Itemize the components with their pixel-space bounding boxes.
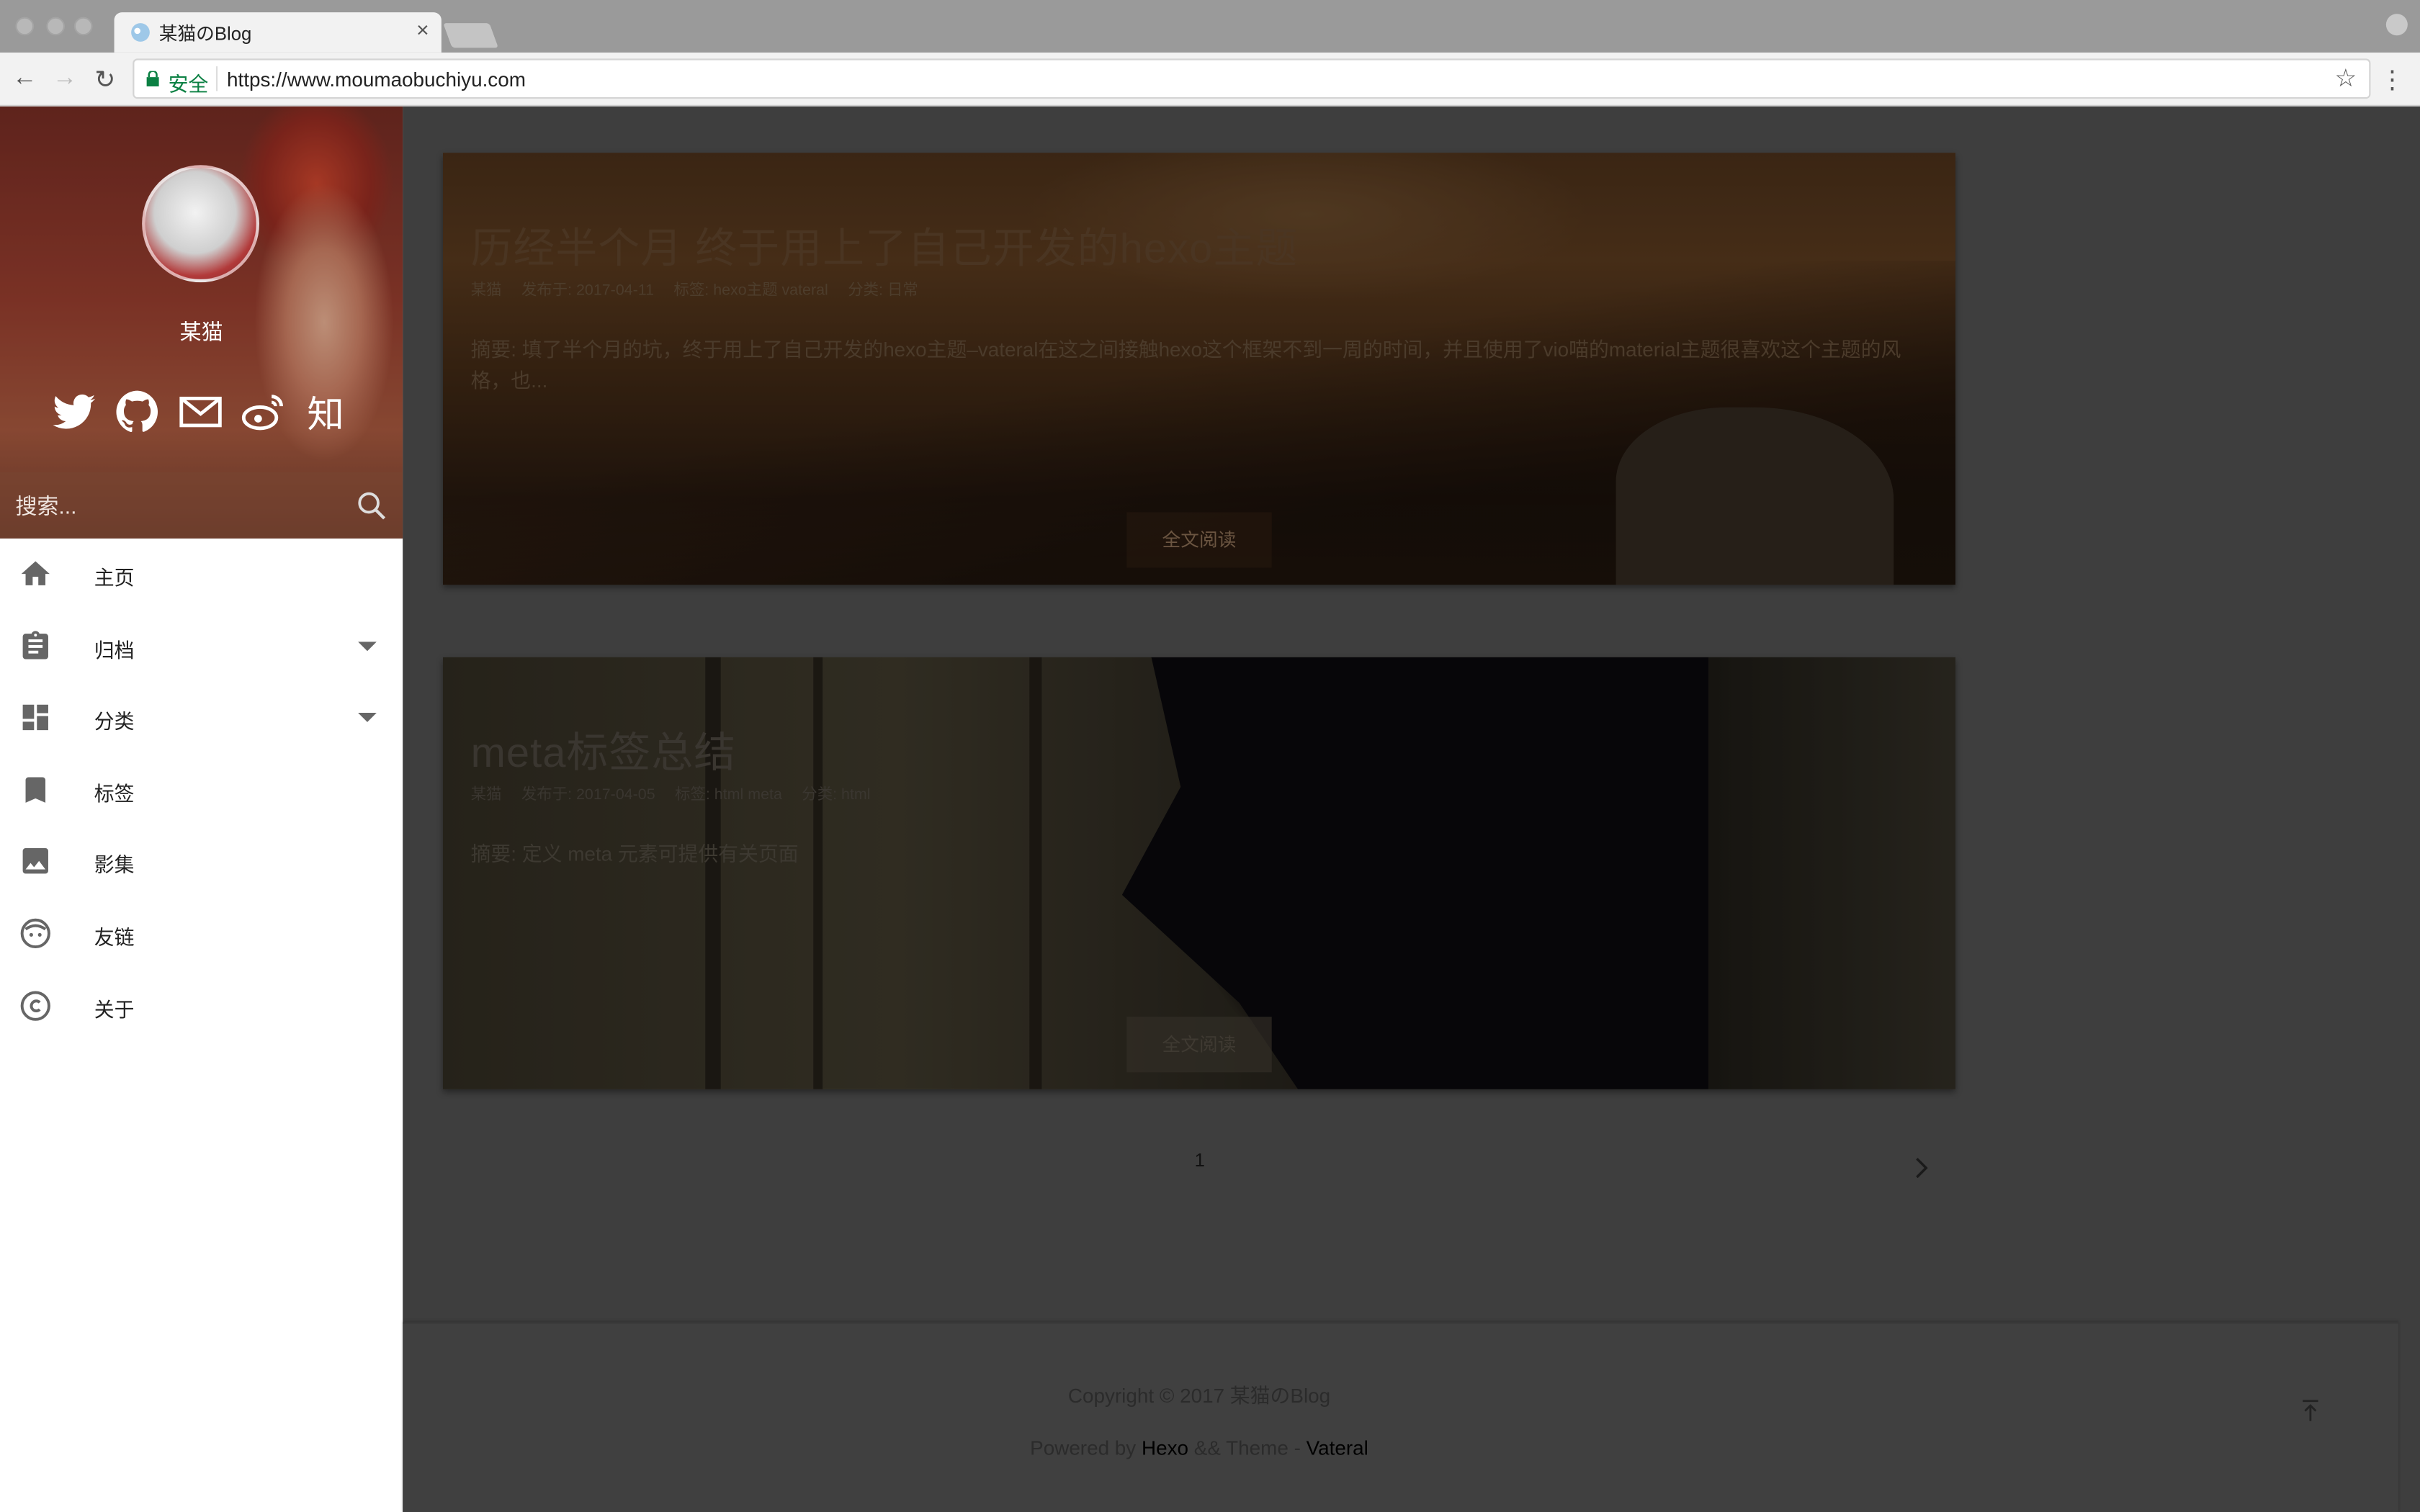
- post-meta: 某猫 发布于: 2017-04-05 标签: html meta 分类: htm…: [471, 780, 886, 804]
- powered-by: Powered by Hexo && Theme - Vateral: [403, 1436, 1995, 1459]
- copyright-text: Copyright © 2017 某猫のBlog: [1067, 1384, 1331, 1408]
- hexo-link[interactable]: Hexo: [1142, 1436, 1188, 1459]
- powered-prefix: Powered by: [1030, 1436, 1142, 1460]
- minimize-window-button[interactable]: [46, 17, 65, 36]
- post-title[interactable]: 历经半个月 终于用上了自己开发的hexo主题: [471, 215, 1299, 275]
- sidebar-menu: 主页 归档 分类 标签 影集 友链 关于: [0, 539, 403, 1042]
- post-card: 历经半个月 终于用上了自己开发的hexo主题 某猫 发布于: 2017-04-1…: [443, 153, 1955, 585]
- close-tab-icon[interactable]: ×: [416, 17, 429, 42]
- browser-window: 某猫のBlog × ← → ↻ 安全 https://www.moumaobuc…: [0, 0, 2420, 1512]
- forward-button[interactable]: →: [51, 65, 79, 93]
- zoom-window-button[interactable]: [73, 17, 93, 36]
- tab-bar: 某猫のBlog ×: [0, 0, 2420, 53]
- footer: Copyright © 2017 某猫のBlog Powered by Hexo…: [403, 1322, 2399, 1512]
- browser-toolbar: ← → ↻ 安全 https://www.moumaobuchiyu.com ☆…: [0, 52, 2420, 107]
- pagination-current-page[interactable]: 1: [1195, 1149, 1205, 1171]
- post-tags[interactable]: 标签: html meta: [675, 787, 782, 804]
- favicon-icon: [131, 23, 150, 42]
- sidebar-item-home[interactable]: 主页: [0, 539, 403, 611]
- twitter-icon[interactable]: [51, 389, 97, 435]
- sidebar-item-label: 主页: [94, 566, 135, 590]
- post-date: 发布于: 2017-04-05: [521, 786, 655, 804]
- read-more-button[interactable]: 全文阅读: [1126, 512, 1272, 568]
- url-divider: [216, 66, 218, 91]
- sidebar-item-label: 关于: [94, 997, 135, 1021]
- chevron-down-icon[interactable]: [358, 641, 377, 651]
- search-bar: [0, 472, 403, 539]
- post-author: 某猫: [470, 282, 502, 300]
- sidebar-item-label: 分类: [94, 710, 135, 734]
- github-icon[interactable]: [115, 389, 161, 435]
- chevron-right-icon[interactable]: [1912, 1156, 1931, 1180]
- bookmark-icon: [25, 776, 46, 803]
- face-icon: [20, 918, 50, 948]
- post-date: 发布于: 2017-04-11: [521, 282, 655, 300]
- zhihu-icon[interactable]: 知: [307, 384, 344, 438]
- post-card: meta标签总结 某猫 发布于: 2017-04-05 标签: html met…: [443, 657, 1955, 1089]
- sidebar-item-archive[interactable]: 归档: [0, 611, 403, 683]
- sidebar-item-tags[interactable]: 标签: [0, 754, 403, 826]
- new-tab-button[interactable]: [443, 23, 498, 48]
- avatar[interactable]: [142, 165, 259, 283]
- tab-title: 某猫のBlog: [158, 23, 252, 45]
- sidebar-header: 某猫 知: [0, 106, 403, 539]
- read-more-button[interactable]: 全文阅读: [1126, 1017, 1272, 1073]
- sidebar-item-label: 影集: [94, 853, 135, 877]
- chevron-down-icon[interactable]: [358, 713, 377, 723]
- post-category[interactable]: 分类: html: [802, 787, 870, 804]
- search-icon[interactable]: [357, 490, 387, 521]
- author-name: 某猫: [179, 319, 223, 344]
- image-icon: [22, 848, 48, 875]
- clipboard-icon: [22, 630, 48, 659]
- address-bar[interactable]: 安全 https://www.moumaobuchiyu.com ☆: [133, 58, 2371, 99]
- sidebar-item-friends[interactable]: 友链: [0, 898, 403, 970]
- lock-icon: [146, 71, 159, 86]
- sidebar-item-gallery[interactable]: 影集: [0, 826, 403, 898]
- sidebar-item-about[interactable]: 关于: [0, 970, 403, 1042]
- sidebar-item-label: 归档: [94, 638, 135, 662]
- post-excerpt: 摘要: 填了半个月的坑，终于用上了自己开发的hexo主题–vateral在这之间…: [470, 338, 1901, 392]
- theme-text: && Theme -: [1188, 1436, 1307, 1460]
- post-author: 某猫: [470, 786, 502, 804]
- bookmark-star-icon[interactable]: ☆: [2334, 63, 2357, 94]
- back-button[interactable]: ←: [11, 65, 39, 93]
- sidebar: 某猫 知 主页: [0, 106, 403, 1512]
- back-to-top-icon[interactable]: [2300, 1398, 2321, 1422]
- copyright-icon: [20, 990, 50, 1020]
- reload-button[interactable]: ↻: [91, 65, 119, 96]
- post-meta: 某猫 发布于: 2017-04-11 标签: hexo主题 vateral 分类…: [471, 276, 934, 300]
- post-excerpt: 摘要: 定义 meta 元素可提供有关页面: [470, 842, 799, 866]
- dashboard-icon: [22, 705, 48, 731]
- sidebar-item-categories[interactable]: 分类: [0, 683, 403, 755]
- main-content: 历经半个月 终于用上了自己开发的hexo主题 某猫 发布于: 2017-04-1…: [403, 106, 2420, 1512]
- browser-menu-icon[interactable]: ⋮: [2380, 65, 2404, 96]
- browser-tab[interactable]: 某猫のBlog ×: [114, 12, 442, 53]
- secure-label: 安全: [168, 72, 209, 96]
- url-text[interactable]: https://www.moumaobuchiyu.com: [227, 68, 526, 91]
- vateral-link[interactable]: Vateral: [1307, 1436, 1368, 1459]
- profile-icon[interactable]: [2385, 14, 2408, 36]
- email-icon[interactable]: [177, 389, 223, 435]
- post-tags[interactable]: 标签: hexo主题 vateral: [673, 282, 828, 300]
- close-window-button[interactable]: [15, 17, 35, 36]
- post-category[interactable]: 分类: 日常: [848, 282, 918, 300]
- weibo-icon[interactable]: [241, 389, 287, 435]
- sidebar-item-label: 标签: [94, 781, 135, 806]
- search-input[interactable]: [12, 484, 343, 528]
- post-title[interactable]: meta标签总结: [471, 719, 737, 780]
- sidebar-item-label: 友链: [94, 925, 135, 949]
- home-icon: [21, 561, 50, 585]
